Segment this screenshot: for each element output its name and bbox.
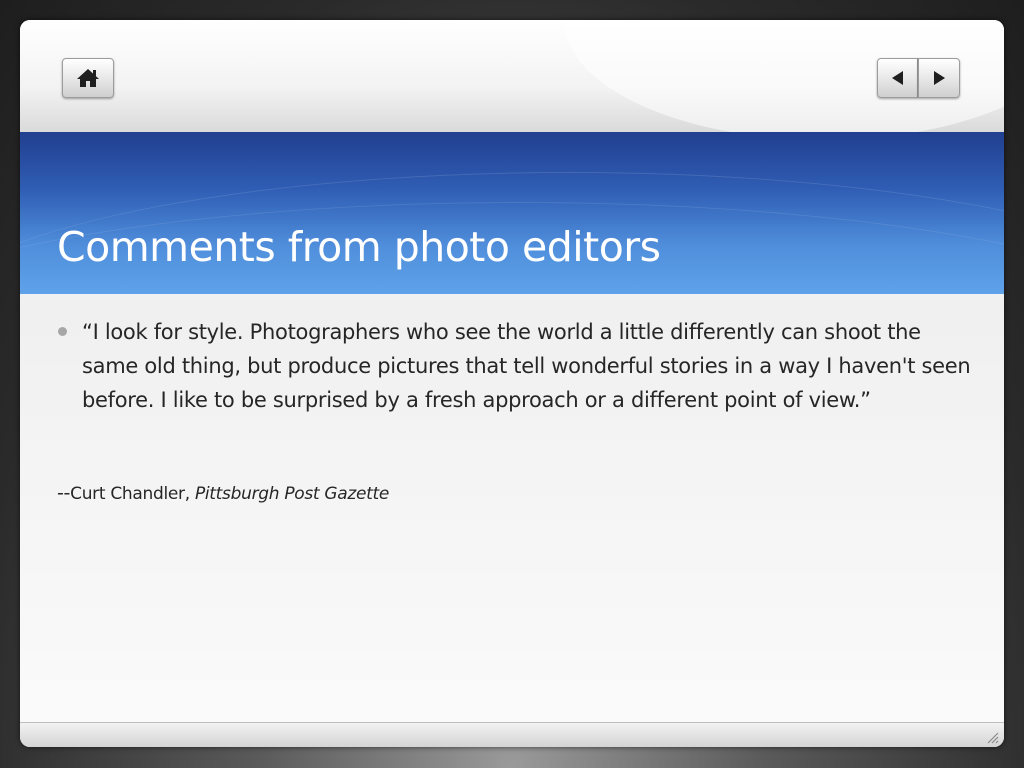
previous-slide-button[interactable] (877, 58, 918, 98)
triangle-left-icon (891, 71, 903, 85)
top-toolbar (20, 20, 1004, 140)
slide-navigation (877, 58, 960, 98)
bottom-bar (20, 722, 1004, 747)
home-icon (77, 69, 99, 87)
slide: Comments from photo editors “I look for … (20, 20, 1004, 747)
attribution-dash: -- (57, 482, 71, 504)
resize-grip-icon[interactable] (985, 730, 999, 744)
slide-body: “I look for style. Photographers who see… (20, 294, 1004, 724)
triangle-right-icon (934, 71, 945, 85)
attribution: --Curt Chandler, Pittsburgh Post Gazette (57, 482, 389, 504)
attribution-name: Curt Chandler, (70, 484, 195, 504)
home-button[interactable] (62, 58, 114, 98)
slide-title: Comments from photo editors (57, 223, 661, 271)
bullet-point-icon (58, 327, 67, 336)
attribution-publication: Pittsburgh Post Gazette (194, 484, 390, 504)
quote-text: “I look for style. Photographers who see… (82, 320, 971, 412)
next-slide-button[interactable] (918, 58, 960, 98)
